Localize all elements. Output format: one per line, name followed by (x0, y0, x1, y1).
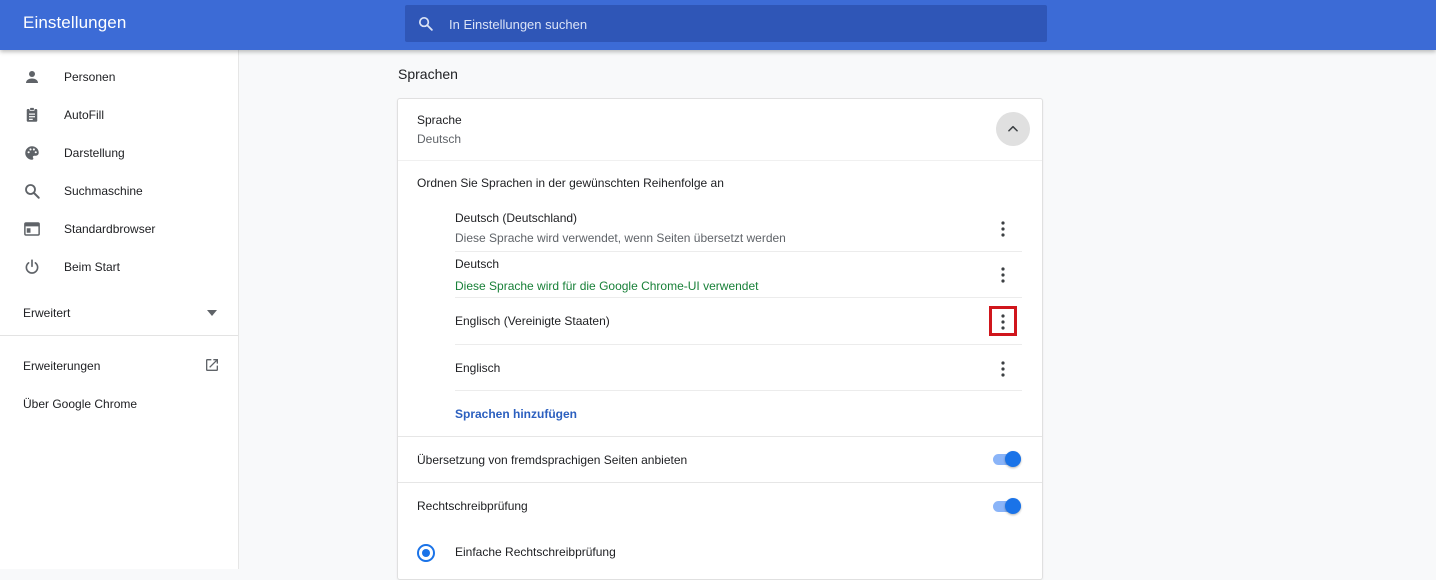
add-languages-link[interactable]: Sprachen hinzufügen (455, 407, 577, 421)
sidebar-item-personen[interactable]: Personen (0, 58, 238, 96)
search-icon (25, 184, 40, 199)
sidebar: Personen AutoFill Darstellung Suchmaschi… (0, 50, 239, 569)
sidebar-item-about[interactable]: Über Google Chrome (23, 397, 137, 411)
top-bar: Einstellungen (0, 0, 1436, 50)
language-row: Englisch (455, 345, 1022, 391)
search-icon (418, 16, 433, 31)
more-vert-icon (1001, 314, 1005, 330)
sidebar-item-label: Suchmaschine (64, 184, 143, 198)
language-note: Diese Sprache wird für die Google Chrome… (455, 279, 759, 293)
basic-spellcheck-radio[interactable] (417, 544, 435, 562)
spellcheck-label: Rechtschreibprüfung (417, 499, 528, 513)
search-input[interactable] (447, 13, 1031, 35)
sidebar-divider (0, 335, 238, 336)
person-icon (26, 71, 38, 83)
more-actions-button[interactable] (993, 357, 1013, 379)
more-vert-icon (1001, 361, 1005, 377)
search-box[interactable] (405, 5, 1047, 42)
order-instruction: Ordnen Sie Sprachen in der gewünschten R… (417, 176, 724, 190)
palette-icon (25, 146, 39, 160)
languages-card: Sprache Deutsch Ordnen Sie Sprachen in d… (397, 98, 1043, 580)
language-row: Deutsch Diese Sprache wird für die Googl… (455, 251, 1022, 298)
language-name: Deutsch (455, 257, 500, 271)
language-header-label: Sprache (417, 113, 462, 127)
language-row: Englisch (Vereinigte Staaten) (455, 298, 1022, 345)
spellcheck-toggle[interactable] (991, 497, 1023, 515)
language-name: Englisch (Vereinigte Staaten) (455, 314, 610, 328)
open-in-new-icon (206, 359, 218, 371)
dropdown-arrow-icon (207, 310, 217, 316)
language-name: Deutsch (Deutschland) (455, 211, 578, 225)
row-divider (455, 390, 1022, 391)
sidebar-item-autofill[interactable]: AutoFill (0, 96, 238, 134)
language-header-value: Deutsch (417, 132, 462, 146)
chevron-up-icon (1008, 125, 1018, 132)
clipboard-icon (26, 107, 38, 122)
sidebar-item-extensions[interactable]: Erweiterungen (23, 359, 223, 373)
sidebar-item-label: AutoFill (64, 108, 105, 122)
more-actions-button[interactable] (993, 263, 1013, 285)
sidebar-extensions-label: Erweiterungen (23, 359, 101, 373)
language-name: Englisch (455, 361, 501, 375)
sidebar-item-label: Standardbrowser (64, 222, 156, 236)
browser-window-icon (24, 222, 40, 236)
toggle-knob (1005, 451, 1021, 467)
more-vert-icon (1001, 221, 1005, 237)
sidebar-item-beim-start[interactable]: Beim Start (0, 248, 238, 286)
more-vert-icon (1001, 267, 1005, 283)
power-icon (25, 259, 39, 274)
toggle-knob (1005, 498, 1021, 514)
sidebar-item-standardbrowser[interactable]: Standardbrowser (0, 210, 238, 248)
more-actions-button-highlighted[interactable] (989, 306, 1017, 336)
language-note: Diese Sprache wird verwendet, wenn Seite… (455, 231, 786, 245)
translate-offer-toggle[interactable] (991, 450, 1023, 468)
more-actions-button[interactable] (993, 217, 1013, 239)
translate-offer-label: Übersetzung von fremdsprachigen Seiten a… (417, 453, 688, 467)
sidebar-item-label: Beim Start (64, 260, 121, 274)
collapse-button[interactable] (996, 112, 1030, 146)
card-divider (398, 482, 1042, 483)
language-row: Deutsch (Deutschland) Diese Sprache wird… (455, 205, 1022, 252)
sidebar-item-suchmaschine[interactable]: Suchmaschine (0, 172, 238, 210)
sidebar-item-label: Darstellung (64, 146, 125, 160)
radio-dot (422, 549, 430, 557)
sidebar-item-label: Personen (64, 70, 116, 84)
sidebar-advanced-toggle[interactable]: Erweitert (23, 306, 223, 320)
card-divider (398, 160, 1042, 161)
section-title: Sprachen (398, 66, 458, 82)
page-title: Einstellungen (23, 13, 127, 32)
card-divider (398, 436, 1042, 437)
sidebar-advanced-label: Erweitert (23, 306, 71, 320)
sidebar-item-darstellung[interactable]: Darstellung (0, 134, 238, 172)
basic-spellcheck-label: Einfache Rechtschreibprüfung (455, 545, 616, 559)
